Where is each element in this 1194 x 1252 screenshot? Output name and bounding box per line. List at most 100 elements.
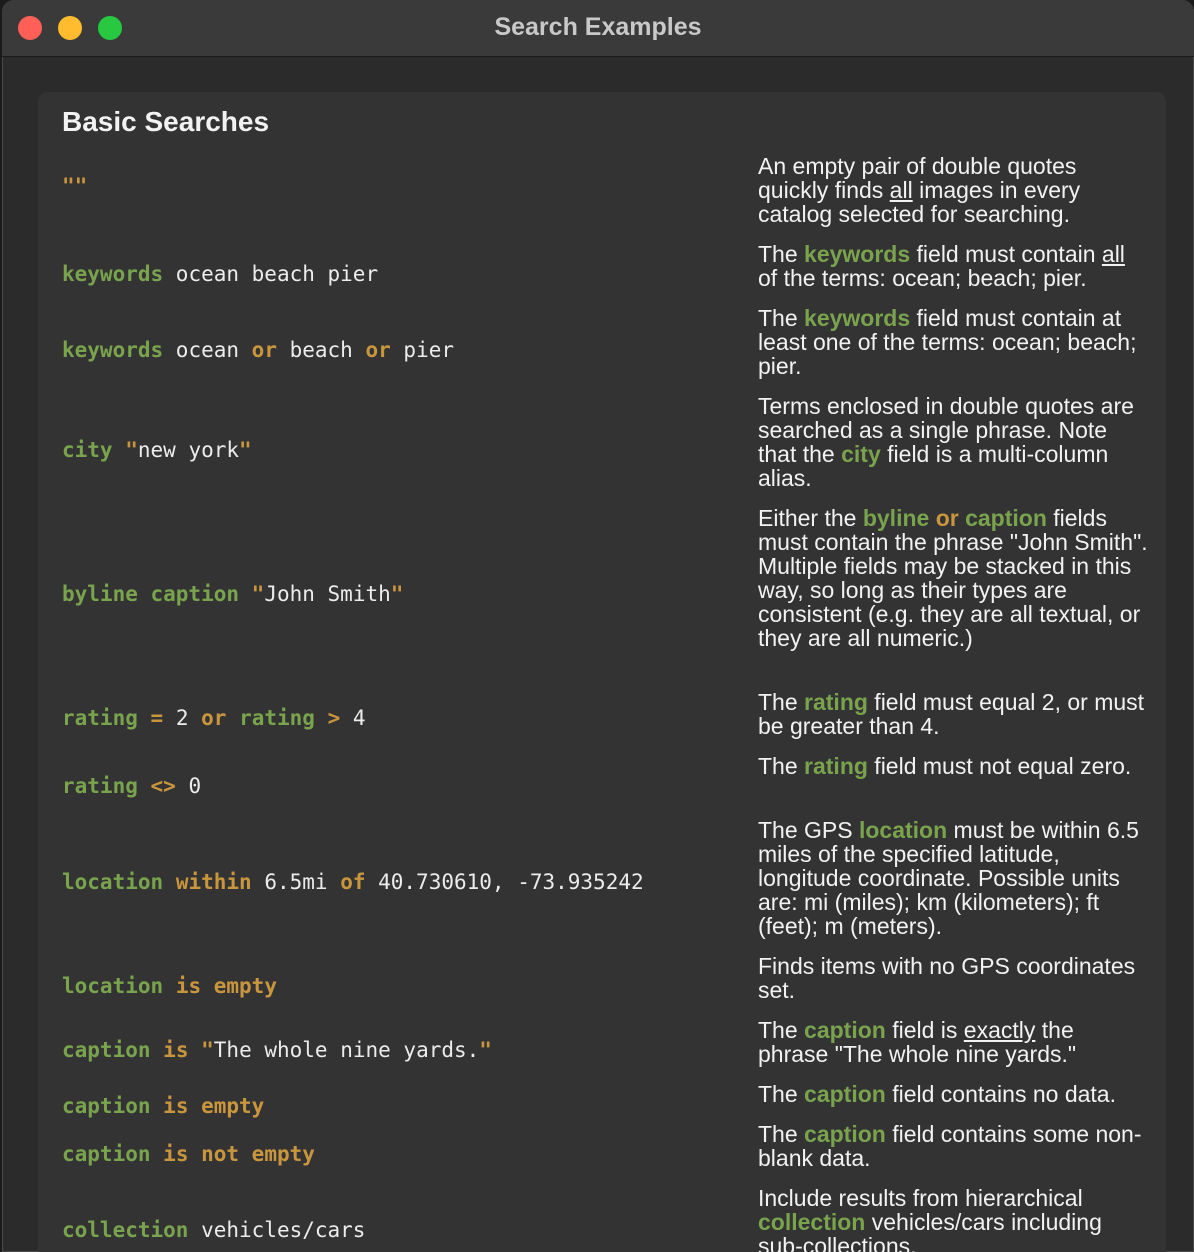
description-field: city [841,441,881,467]
query-field: byline caption [62,582,240,606]
query-operator: or [365,338,391,362]
description-text: field must contain [910,241,1102,267]
query-text [151,1094,164,1118]
example-query[interactable]: caption is not empty [62,1122,315,1186]
query-operator: or [251,338,277,362]
example-row: rating <> 0 The rating field must not equ… [62,754,1158,818]
example-row: caption is not empty The caption field co… [62,1122,1158,1186]
example-description: The rating field must equal 2, or must b… [758,690,1150,738]
description-field: rating [804,689,868,715]
query-text [226,706,239,730]
example-query[interactable]: caption is " The whole nine yards. " [62,1018,492,1082]
query-text: 40.730610, -73.935242 [365,870,644,894]
description-text: Include results from hierarchical [758,1185,1083,1211]
example-query[interactable]: keywords ocean beach pier [62,242,378,306]
query-operator: "" [62,174,88,198]
query-text [163,974,176,998]
query-text [138,774,151,798]
example-description: An empty pair of double quotes quickly f… [758,154,1150,226]
query-field: keywords [62,338,164,362]
query-operator: " [390,582,404,606]
description-text: field must not equal zero. [867,753,1132,779]
description-field: caption [804,1081,886,1107]
section-title: Basic Searches [62,106,270,137]
query-text [188,1038,201,1062]
query-text: new york [137,438,240,462]
example-description: The caption field is exactly the phrase … [758,1018,1150,1066]
description-text: of the terms: ocean; beach; pier. [758,265,1087,291]
example-description: The keywords field must contain all of t… [758,242,1150,290]
query-field: location [62,974,164,998]
description-operator: or [935,505,959,531]
example-row: keywords ocean or beach or pier The keywo… [62,306,1158,394]
query-field: caption [62,1094,151,1118]
example-query[interactable]: location is empty [62,954,277,1018]
example-description: The caption field contains no data. [758,1082,1150,1106]
query-field: rating [62,774,138,798]
query-operator: is empty [175,974,277,998]
title-bar[interactable]: Search Examples [2,0,1194,57]
query-operator: is empty [163,1094,265,1118]
description-text: Either the [758,505,863,531]
query-field: keywords [62,262,164,286]
example-query[interactable]: rating <> 0 [62,754,201,818]
search-examples-window: Search Examples Basic Searches "" An empt… [2,0,1194,1252]
query-text: ocean beach pier [163,262,379,286]
example-query[interactable]: keywords ocean or beach or pier [62,306,454,394]
query-text [151,1142,164,1166]
description-emphasis: exactly [963,1017,1036,1043]
query-text: 6.5mi [251,870,341,894]
query-operator: " [479,1038,492,1062]
example-description: Finds items with no GPS coordinates set. [758,954,1150,1002]
query-text: ocean [163,338,252,362]
description-text: The [758,305,805,331]
example-row: location within 6.5mi of 40.730610, -73.… [62,818,1158,946]
query-operator: or [201,706,227,730]
description-field: caption [804,1017,886,1043]
query-field: location [62,870,164,894]
query-operator: > [327,706,341,730]
description-field: caption [804,1121,886,1147]
query-operator: " [251,582,265,606]
description-text: The [758,241,805,267]
query-text: vehicles/cars [188,1218,366,1242]
query-text [138,706,151,730]
query-operator: " [201,1038,214,1062]
basic-searches-panel: Basic Searches "" An empty pair of double… [38,92,1166,1252]
query-text: 0 [175,774,202,798]
description-field: collection [758,1209,866,1235]
query-operator: is [163,1038,189,1062]
description-field: keywords [804,305,911,331]
query-text: The whole nine yards. [213,1038,480,1062]
query-operator: = [150,706,164,730]
query-field: caption [62,1038,151,1062]
query-field: collection [62,1218,189,1242]
example-query[interactable]: city " new york " [62,394,252,506]
example-row: keywords ocean beach pier The keywords fi… [62,242,1158,306]
query-field: rating [239,706,315,730]
query-text [113,438,126,462]
example-query[interactable]: collection vehicles/cars [62,1186,365,1252]
description-text: field is [885,1017,964,1043]
query-text [239,582,252,606]
description-emphasis: all [1101,241,1125,267]
example-query[interactable]: rating = 2 or rating > 4 [62,690,366,746]
query-operator: <> [150,774,176,798]
description-field: keywords [804,241,911,267]
description-emphasis: all [889,177,913,203]
query-operator: within [175,870,252,894]
query-text [315,706,328,730]
description-text: The [758,1121,805,1147]
description-text: The [758,689,805,715]
example-query[interactable]: location within 6.5mi of 40.730610, -73.… [62,818,644,946]
example-query[interactable]: "" [62,154,87,218]
query-field: city [62,438,113,462]
query-text [151,1038,164,1062]
example-query[interactable]: byline caption " John Smith " [62,506,403,682]
example-row: rating = 2 or rating > 4 The rating field… [62,690,1158,746]
description-text: The GPS [758,817,859,843]
example-row: collection vehicles/cars Include results … [62,1186,1158,1252]
example-description: The GPS location must be within 6.5 mile… [758,818,1150,938]
example-description: Include results from hierarchical collec… [758,1186,1150,1252]
query-text: pier [390,338,454,362]
